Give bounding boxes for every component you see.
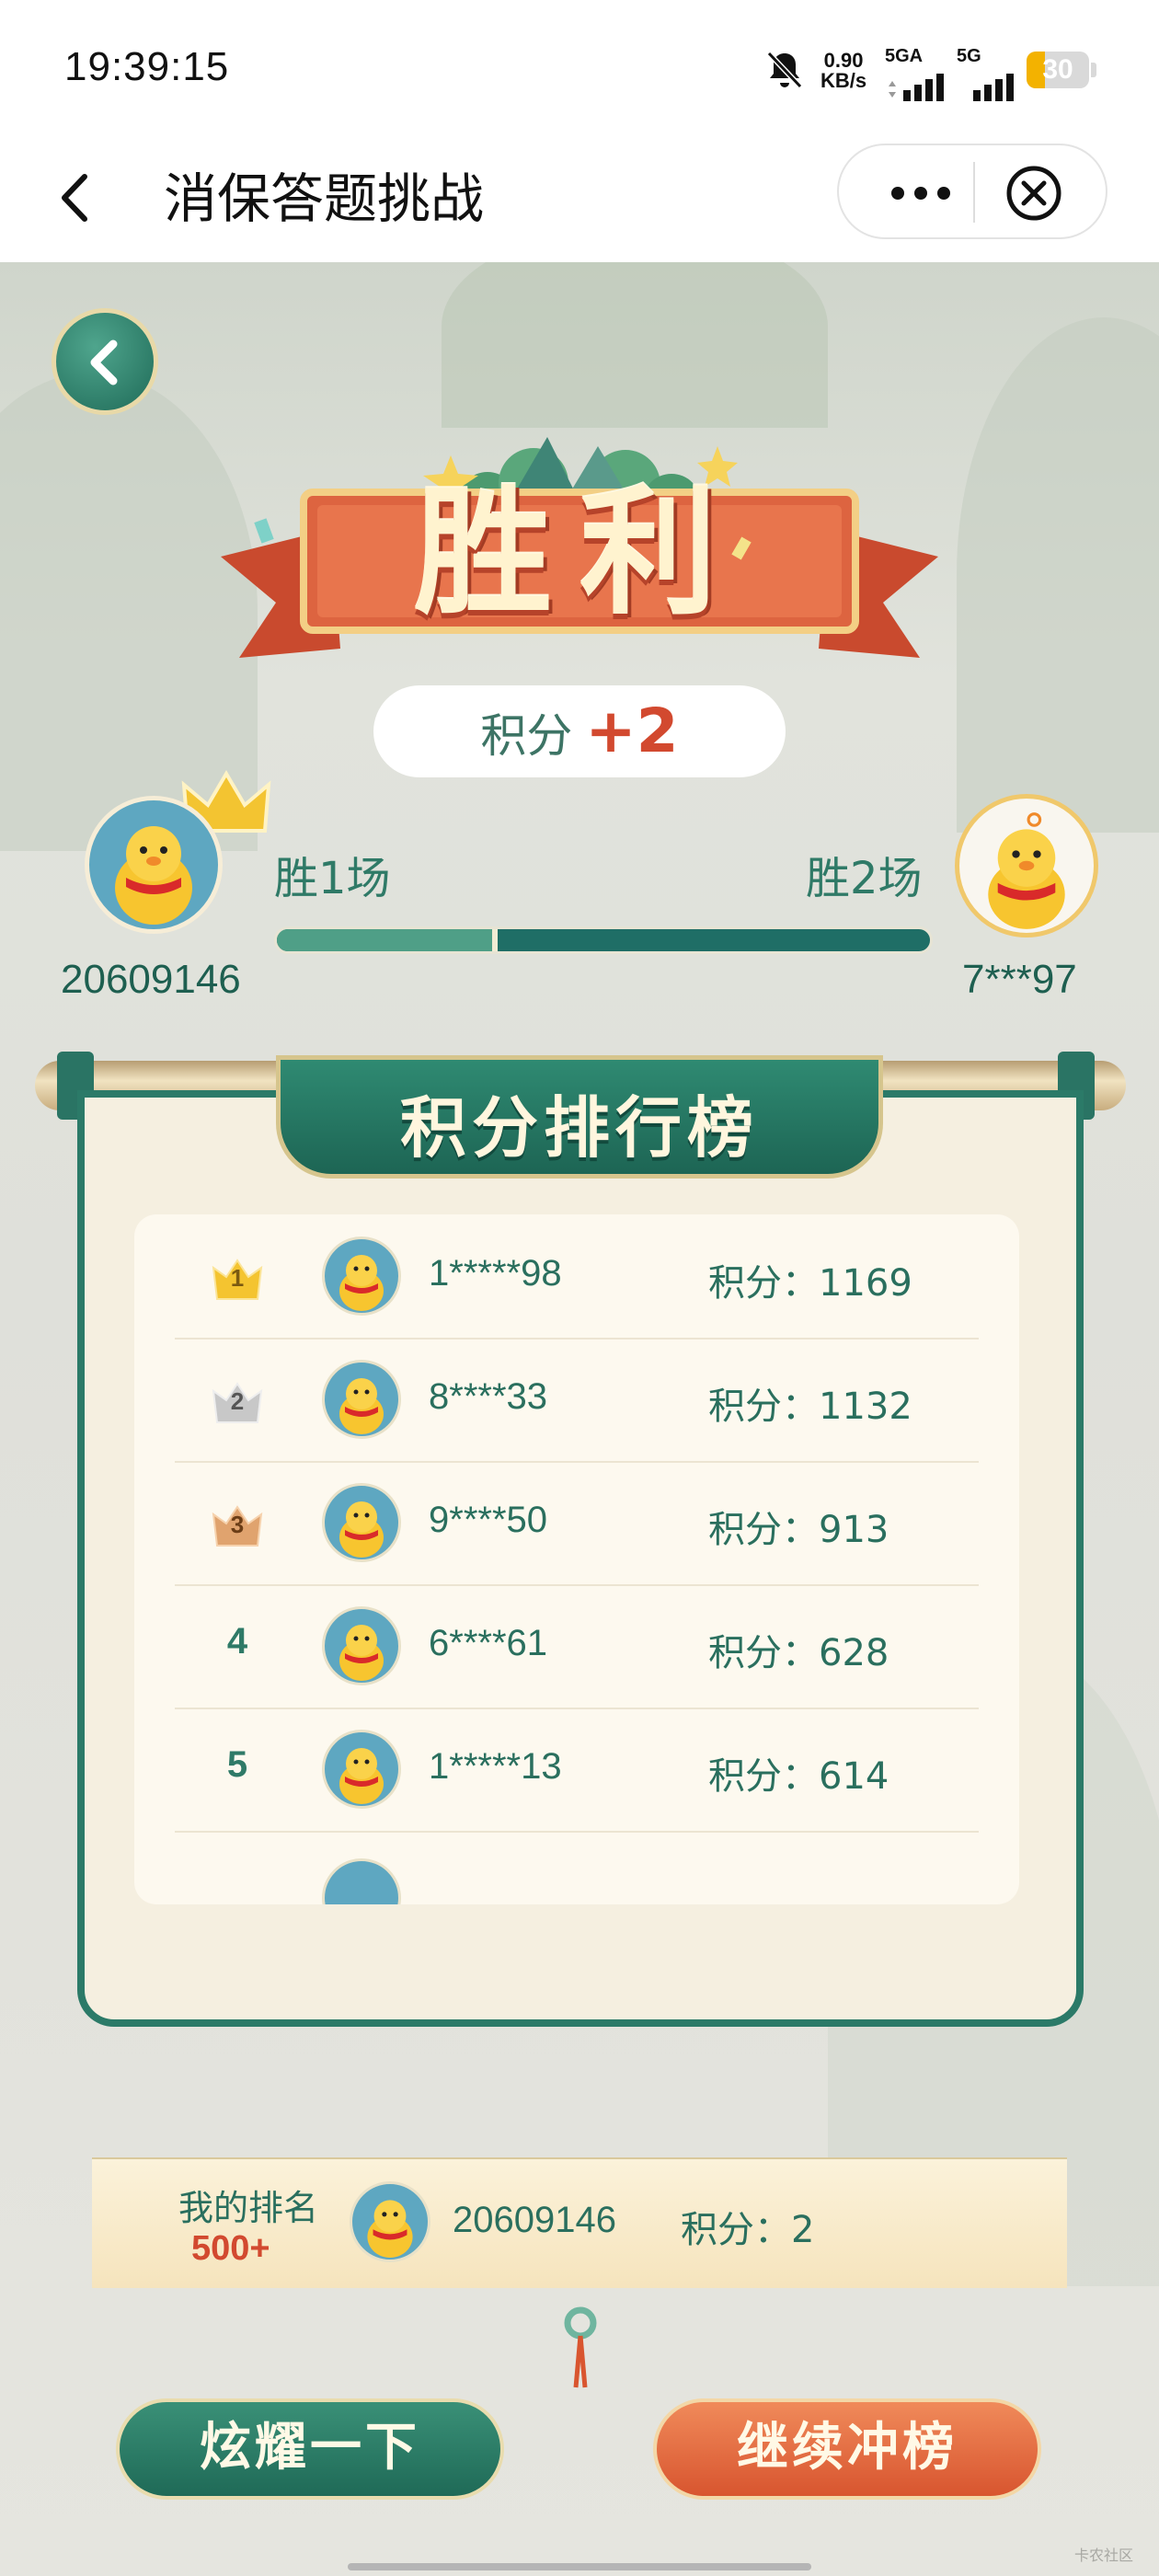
net-speed-unit: KB/s — [820, 69, 867, 92]
player-score: 积分：1132 — [708, 1386, 912, 1428]
rank-number: 5 — [226, 1744, 248, 1785]
mountain-decor — [442, 262, 828, 428]
player-score: 积分：913 — [708, 1509, 889, 1551]
avatar — [322, 1483, 401, 1562]
chevron-left-icon — [90, 339, 118, 385]
rank-number: 1 — [230, 1264, 245, 1292]
watermark: 卡农社区 — [1074, 2547, 1134, 2564]
chick-mascot-icon — [339, 1748, 384, 1804]
rank-number: 3 — [230, 1511, 245, 1538]
signal-bars-icon-2 — [973, 74, 1014, 101]
bronze-rank-badge-icon: 3 — [208, 1501, 267, 1549]
chick-mascot-icon — [339, 1625, 384, 1681]
player-id: 6****61 — [429, 1623, 548, 1663]
victory-title: 胜利 — [413, 472, 745, 634]
avatar — [322, 1360, 401, 1439]
clock: 19:39:15 — [64, 44, 230, 89]
wins-progress-bar — [274, 926, 933, 954]
player-avatar-right — [955, 794, 1098, 937]
battery-icon: 30 — [1027, 52, 1089, 88]
player-score: 积分：1169 — [708, 1262, 912, 1305]
chick-mascot-icon — [367, 2200, 413, 2258]
net-speed: 0.90 KB/s — [820, 51, 866, 91]
leaderboard-row: 3 9****50 积分：913 — [175, 1461, 979, 1586]
home-indicator[interactable] — [348, 2563, 811, 2570]
player-right-wins: 胜2场 — [806, 853, 923, 904]
my-rank-bar: 我的排名 500+ 20609146 积分：2 — [92, 2157, 1067, 2288]
player-id: 1*****13 — [429, 1746, 562, 1787]
gold-rank-badge-icon: 1 — [208, 1255, 267, 1303]
status-bar: 19:39:15 0.90 KB/s 5GA 5G 30 — [0, 0, 1159, 138]
leaderboard-row: 4 6****61 积分：628 — [175, 1584, 979, 1709]
rank-number: 4 — [226, 1621, 248, 1662]
battery-level: 30 — [1042, 54, 1073, 85]
points-earned: 积分 +2 — [373, 685, 786, 777]
chick-mascot-icon — [339, 1378, 384, 1434]
player-score: 积分：628 — [708, 1632, 889, 1674]
jade-pendant-icon — [564, 2306, 597, 2388]
avatar — [322, 1858, 401, 1904]
my-avatar — [350, 2181, 430, 2262]
avatar — [322, 1730, 401, 1809]
leaderboard-row: 1 1*****98 积分：1169 — [175, 1214, 979, 1340]
leaderboard-title: 积分排行榜 — [399, 1088, 759, 1167]
capsule-divider — [973, 162, 975, 223]
signal-bars-icon — [889, 74, 944, 101]
silver-rank-badge-icon: 2 — [208, 1378, 267, 1426]
more-icon[interactable] — [889, 184, 953, 202]
game-area: 胜利 积分 +2 胜1场 胜2场 20609146 7***97 积分排行榜 1… — [0, 262, 1159, 2576]
player-right-name: 7***97 — [962, 957, 1077, 1002]
player-id: 8****33 — [429, 1376, 548, 1417]
game-back-button[interactable] — [52, 308, 158, 415]
net-speed-value: 0.90 — [823, 49, 864, 72]
rank-number: 2 — [230, 1387, 245, 1415]
battery-tip — [1091, 63, 1096, 77]
my-rank-position: 500+ — [191, 2229, 270, 2268]
points-label: 积分 — [480, 709, 573, 763]
my-rank-label: 我的排名 — [178, 2188, 319, 2228]
chick-mascot-icon — [115, 826, 192, 925]
avatar — [322, 1236, 401, 1316]
chick-mascot-icon — [988, 812, 1065, 929]
mute-bell-icon — [766, 51, 803, 89]
points-delta: +2 — [585, 696, 679, 766]
my-id: 20609146 — [453, 2200, 616, 2240]
my-score: 积分：2 — [681, 2209, 815, 2251]
player-score: 积分：614 — [708, 1755, 889, 1798]
miniapp-capsule — [837, 144, 1107, 239]
leaderboard-list[interactable]: 1 1*****98 积分：1169 2 8****33 积分：1132 3 9… — [134, 1214, 1019, 1904]
wins-progress-fill — [277, 929, 499, 951]
player-id: 9****50 — [429, 1500, 548, 1540]
nav-bar: 消保答题挑战 — [0, 138, 1159, 262]
leaderboard-row: 2 8****33 积分：1132 — [175, 1338, 979, 1463]
continue-ranking-button[interactable]: 继续冲榜 — [653, 2398, 1041, 2500]
show-off-button[interactable]: 炫耀一下 — [116, 2398, 504, 2500]
player-left-name: 20609146 — [61, 957, 241, 1002]
player-left-wins: 胜1场 — [274, 853, 391, 904]
chick-mascot-icon — [339, 1501, 384, 1558]
page-title: 消保答题挑战 — [164, 167, 485, 230]
player-avatar-left — [85, 796, 223, 934]
avatar — [322, 1606, 401, 1685]
close-miniapp-icon[interactable] — [1004, 164, 1063, 223]
player-id: 1*****98 — [429, 1253, 562, 1294]
back-arrow-icon[interactable] — [46, 166, 110, 230]
leaderboard-row: 5 1*****13 积分：614 — [175, 1708, 979, 1833]
chick-mascot-icon — [339, 1255, 384, 1311]
